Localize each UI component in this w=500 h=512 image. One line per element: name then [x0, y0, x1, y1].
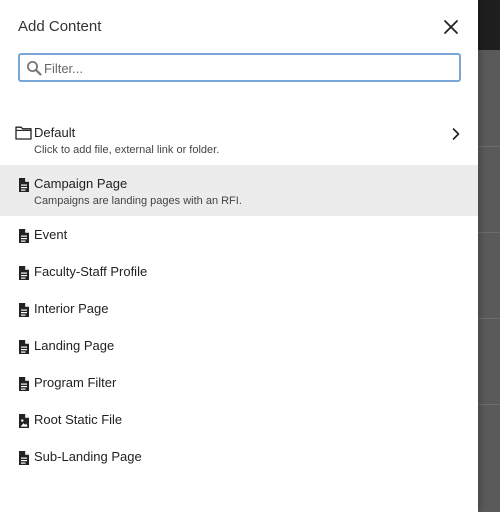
folder-icon — [15, 125, 32, 140]
content-type-item-interior-page[interactable]: Interior Page — [0, 290, 478, 327]
item-label: Faculty-Staff Profile — [34, 264, 148, 279]
item-description: Campaigns are landing pages with an RFI. — [34, 195, 242, 207]
content-type-item-landing-page[interactable]: Landing Page — [0, 327, 478, 364]
document-icon — [16, 450, 32, 466]
item-label: Campaign Page — [34, 176, 128, 191]
document-icon — [16, 265, 32, 281]
content-type-item-root-static-file[interactable]: Root Static File — [0, 401, 478, 438]
document-icon — [16, 376, 32, 392]
background-divider — [478, 318, 500, 319]
item-label: Program Filter — [34, 375, 117, 390]
document-icon — [16, 177, 32, 193]
content-type-item-default[interactable]: Default Click to add file, external link … — [0, 114, 478, 165]
image-file-icon — [16, 413, 32, 429]
content-type-item-sub-landing-page[interactable]: Sub-Landing Page — [0, 438, 478, 475]
close-icon — [444, 20, 458, 34]
item-label: Root Static File — [34, 412, 123, 427]
content-type-item-program-filter[interactable]: Program Filter — [0, 364, 478, 401]
search-icon — [27, 61, 42, 76]
item-label: Event — [34, 227, 68, 242]
content-type-item-faculty-staff-profile[interactable]: Faculty-Staff Profile — [0, 253, 478, 290]
item-label: Sub-Landing Page — [34, 449, 142, 464]
item-label: Default — [34, 125, 76, 140]
document-icon — [16, 228, 32, 244]
content-type-list: Default Click to add file, external link … — [0, 114, 478, 475]
close-button[interactable] — [440, 16, 462, 38]
filter-box — [18, 53, 461, 82]
item-label: Landing Page — [34, 338, 115, 353]
filter-input[interactable] — [44, 58, 449, 78]
chevron-right-icon[interactable] — [450, 127, 462, 141]
content-type-item-event[interactable]: Event — [0, 216, 478, 253]
background-divider — [478, 146, 500, 147]
panel-header: Add Content — [0, 0, 478, 52]
background-divider — [478, 404, 500, 405]
background-app: gram — [478, 0, 500, 512]
panel-title: Add Content — [18, 18, 102, 35]
item-label: Interior Page — [34, 301, 109, 316]
add-content-panel: Add Content Default Click to add file, ex… — [0, 0, 478, 512]
document-icon — [16, 302, 32, 318]
item-description: Click to add file, external link or fold… — [34, 144, 220, 156]
content-type-item-campaign-page[interactable]: Campaign Page Campaigns are landing pages… — [0, 165, 478, 216]
document-icon — [16, 339, 32, 355]
background-divider — [478, 232, 500, 233]
background-header — [478, 0, 500, 50]
